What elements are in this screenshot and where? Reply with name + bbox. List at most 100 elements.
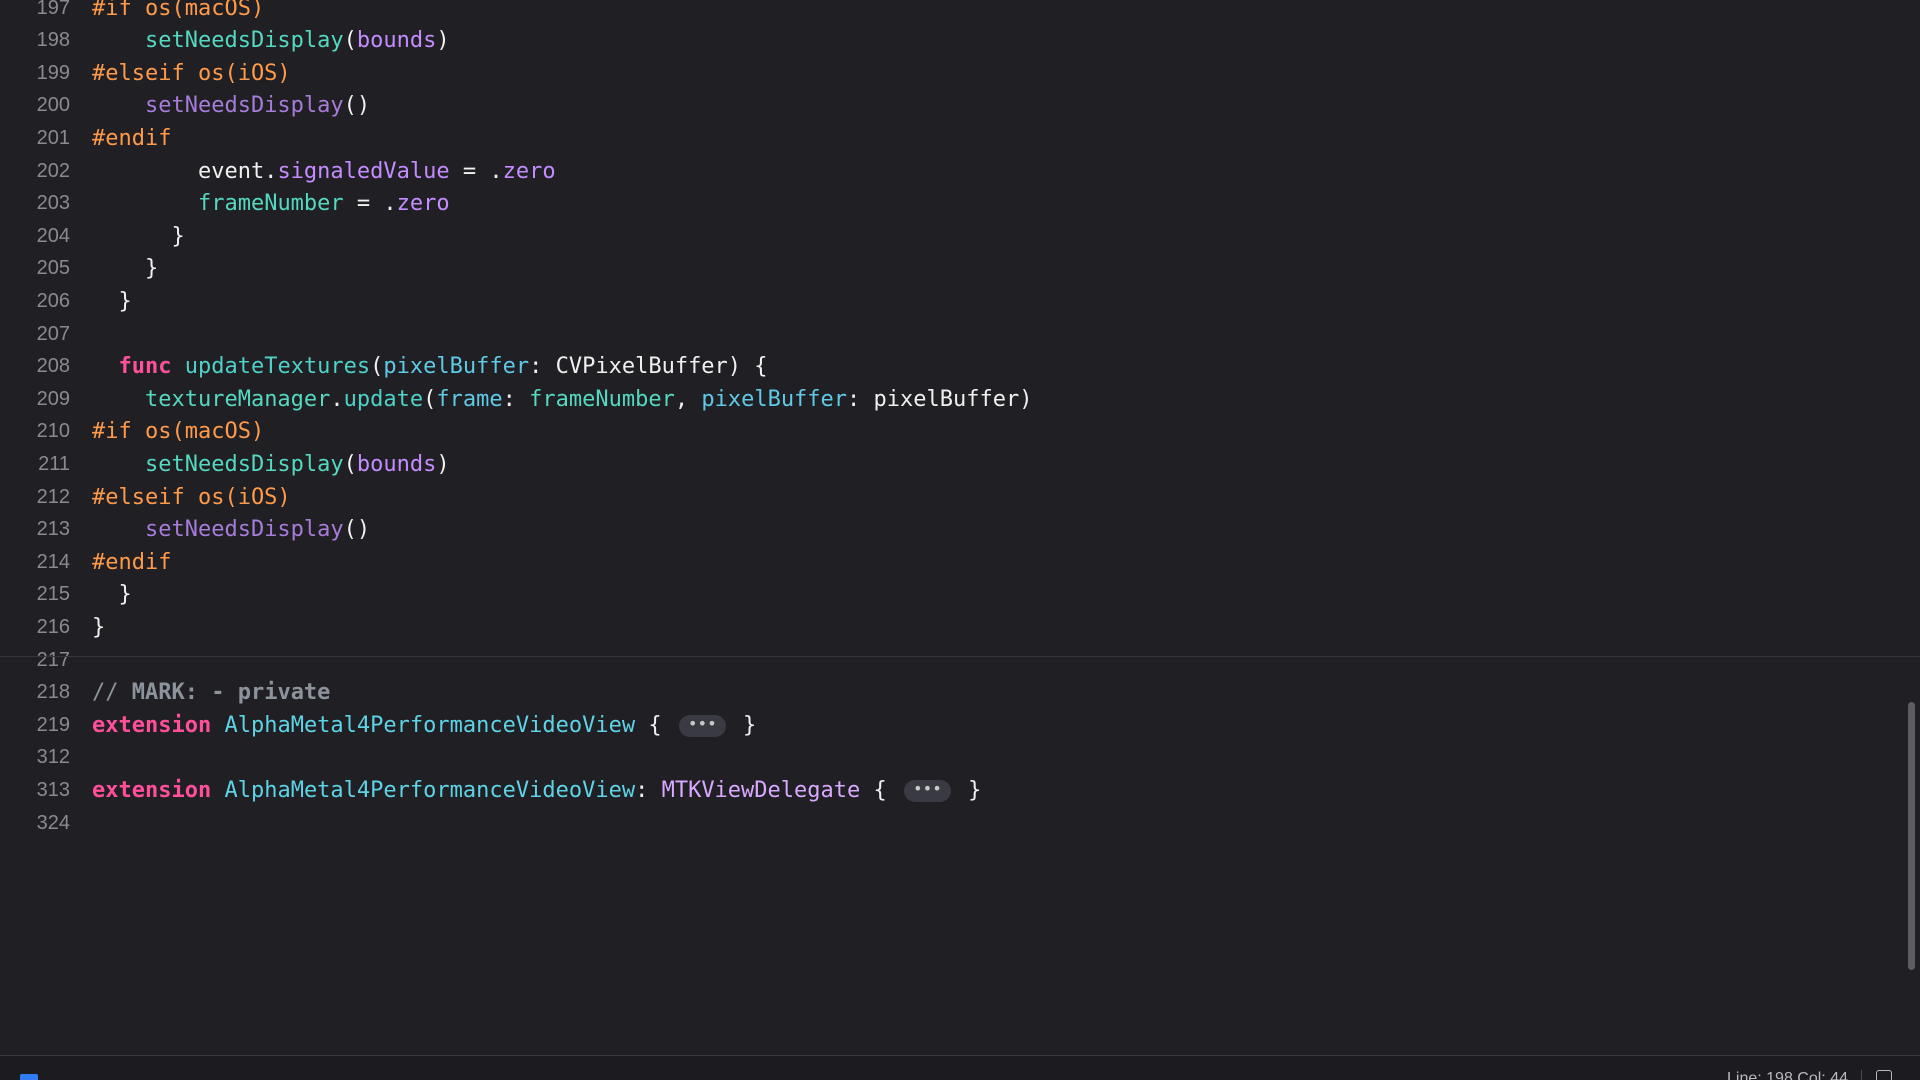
code-token-text: } — [92, 288, 132, 314]
code-line[interactable]: 219 extension AlphaMetal4PerformanceVideo… — [0, 709, 1900, 741]
code-line[interactable]: 212 #elseif os(iOS) — [0, 481, 1900, 513]
code-line[interactable]: 211 setNeedsDisplay(bounds) — [0, 448, 1900, 480]
code-token-text: } — [92, 223, 185, 249]
code-line[interactable]: 199 #elseif os(iOS) — [0, 57, 1900, 89]
code-line[interactable]: 324 — [0, 807, 1900, 839]
code-token-text: ( — [423, 386, 437, 412]
line-code: event.signaledValue = .zero — [70, 159, 556, 184]
line-code: frameNumber = .zero — [70, 191, 450, 216]
code-token-keyword: extension — [92, 712, 212, 738]
code-line[interactable]: 204 } — [0, 220, 1900, 252]
code-token-method: update — [343, 386, 424, 412]
code-line[interactable]: 208 func updateTextures(pixelBuffer: CVP… — [0, 351, 1900, 383]
code-line[interactable]: 198 setNeedsDisplay(bounds) — [0, 25, 1900, 57]
line-number: 200 — [36, 94, 70, 117]
code-token-text: event. — [92, 158, 278, 184]
code-line[interactable]: 210 #if os(macOS) — [0, 416, 1900, 448]
line-number: 217 — [36, 648, 70, 671]
code-line[interactable]: 205 } — [0, 253, 1900, 285]
code-token-func: setNeedsDisplay — [144, 451, 344, 477]
code-line[interactable]: 218// MARK: - private — [0, 677, 1900, 709]
line-number: 197 — [36, 0, 70, 19]
code-token-prop: bounds — [356, 451, 437, 477]
line-code: #endif — [70, 126, 171, 151]
code-line[interactable]: 209 textureManager.update(frame: frameNu… — [0, 383, 1900, 415]
line-number: 206 — [36, 289, 70, 312]
status-indicator[interactable] — [20, 1074, 38, 1080]
code-token-text: } — [729, 712, 757, 738]
line-number: 324 — [36, 811, 70, 834]
code-line[interactable]: 216} — [0, 611, 1900, 643]
code-token-text: : pixelBuffer) — [847, 386, 1033, 412]
panel-toggle-icon[interactable] — [1876, 1070, 1892, 1080]
line-code: // MARK: - private — [70, 680, 330, 705]
folded-code-icon[interactable]: ••• — [678, 714, 726, 737]
code-line[interactable]: 215 } — [0, 579, 1900, 611]
code-line[interactable]: 213 setNeedsDisplay() — [0, 514, 1900, 546]
code-line[interactable]: 207 — [0, 318, 1900, 350]
line-code: #if os(macOS) — [70, 0, 264, 21]
line-code: } — [70, 223, 185, 249]
code-token-pre: #endif — [92, 125, 172, 151]
code-token-text: () — [343, 93, 371, 119]
line-code: extension AlphaMetal4PerformanceVideoVie… — [70, 778, 981, 803]
code-token-text: : — [635, 777, 662, 803]
code-token-text: ) — [436, 451, 450, 477]
line-number: 218 — [36, 681, 70, 704]
line-number: 213 — [36, 518, 70, 541]
line-number: 211 — [38, 452, 70, 475]
code-line[interactable]: 202 event.signaledValue = .zero — [0, 155, 1900, 187]
code-token-text: () — [343, 517, 371, 543]
line-number: 198 — [36, 29, 70, 52]
code-token-text: = . — [343, 191, 397, 217]
code-token-text: } — [92, 256, 159, 282]
code-line[interactable]: 201 #endif — [0, 122, 1900, 154]
code-editor[interactable]: 197 #if os(macOS) 198 setNeedsDisplay(boun… — [0, 0, 1920, 1055]
cursor-position-label[interactable]: Line: 198 Col: 44 — [1727, 1070, 1848, 1080]
line-code: extension AlphaMetal4PerformanceVideoVie… — [70, 713, 756, 738]
code-line[interactable]: 214 #endif — [0, 546, 1900, 578]
code-line[interactable]: 312 — [0, 742, 1900, 774]
vertical-scrollbar-thumb[interactable] — [1908, 702, 1915, 970]
line-number: 215 — [36, 583, 70, 606]
code-token-keyword: func — [118, 354, 172, 380]
code-token-mark: MARK: - private — [131, 680, 331, 706]
code-token-pre: #if os(macOS) — [92, 0, 265, 21]
code-token-param: pixelBuffer — [701, 386, 848, 412]
line-number: 205 — [36, 257, 70, 280]
line-code: setNeedsDisplay(bounds) — [70, 452, 450, 477]
folded-code-icon[interactable]: ••• — [904, 779, 951, 802]
code-line[interactable]: 206 } — [0, 285, 1900, 317]
line-number: 203 — [36, 192, 70, 215]
code-token-text: } — [954, 777, 982, 803]
line-number: 212 — [36, 485, 70, 508]
mark-separator — [0, 656, 1920, 657]
code-line[interactable]: 217 — [0, 644, 1900, 676]
code-token-prop: bounds — [356, 28, 437, 54]
code-line[interactable]: 313 extension AlphaMetal4PerformanceVideo… — [0, 774, 1900, 806]
line-code: } — [70, 615, 105, 640]
code-token-text: { — [635, 712, 675, 738]
line-number: 216 — [36, 615, 70, 638]
code-line[interactable]: 203 frameNumber = .zero — [0, 188, 1900, 220]
code-token-pre: #elseif os(iOS) — [92, 484, 291, 510]
line-number: 210 — [36, 420, 70, 443]
line-code: setNeedsDisplay() — [70, 93, 370, 118]
code-line[interactable]: 200 setNeedsDisplay() — [0, 90, 1900, 122]
code-token-protocol: MTKViewDelegate — [661, 777, 861, 803]
code-token-keyword: extension — [92, 777, 212, 803]
line-code: } — [70, 256, 158, 281]
code-token-text: ( — [343, 451, 357, 477]
code-token-func: frameNumber — [529, 386, 675, 412]
code-token-func: setNeedsDisplay — [144, 28, 344, 54]
code-token-text: , — [674, 386, 702, 412]
line-code: #endif — [70, 550, 171, 575]
code-token-text: } — [92, 614, 106, 640]
code-line[interactable]: 197 #if os(macOS) — [0, 0, 1900, 24]
